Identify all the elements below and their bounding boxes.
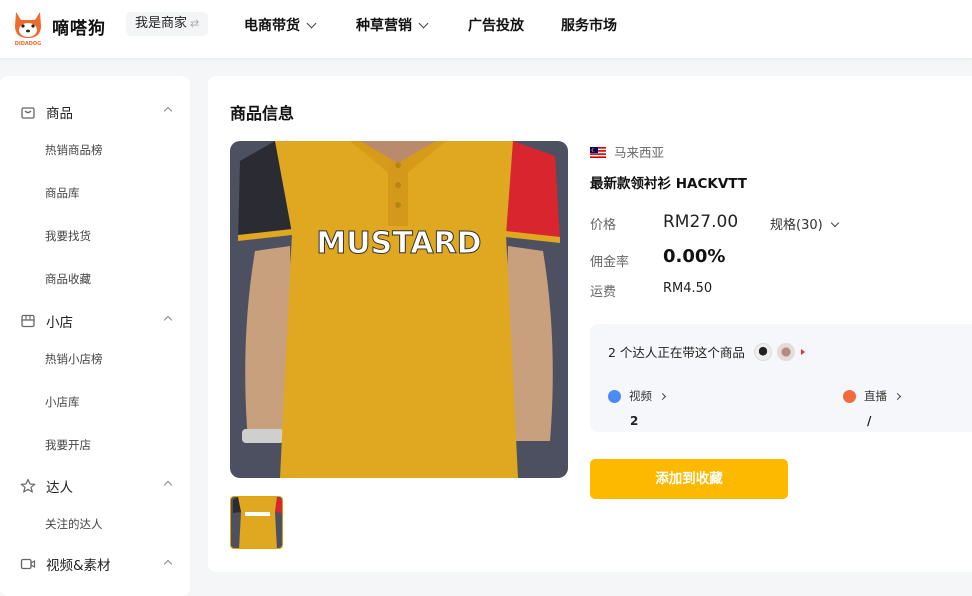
sidebar-item-product-favorites[interactable]: 商品收藏	[45, 271, 91, 287]
price-value: RM27.00	[663, 212, 739, 232]
role-switch-button[interactable]: 我是商家 ⇄	[126, 12, 209, 36]
brand-name[interactable]: 嘀嗒狗	[52, 14, 106, 39]
nav-service-market[interactable]: 服务市场	[561, 15, 617, 35]
sidebar-section-label: 商品	[46, 106, 73, 122]
live-stat-link[interactable]: 直播	[843, 388, 902, 404]
svg-text:DIDADOG: DIDADOG	[15, 41, 42, 46]
chevron-right-icon	[893, 392, 902, 400]
nav-advertising-label: 广告投放	[468, 18, 524, 34]
avatar[interactable]	[776, 342, 795, 361]
video-icon	[20, 556, 36, 572]
chevron-up-icon[interactable]	[163, 315, 173, 325]
chevron-down-icon	[306, 18, 317, 29]
shipping-label: 运费	[590, 285, 617, 300]
commission-label: 佣金率	[590, 255, 630, 270]
product-country: 马来西亚	[590, 142, 664, 161]
sidebar: 商品 热销商品榜 商品库 我要找货 商品收藏 小店 热销小店榜 小店库 我要开店…	[0, 76, 190, 596]
sidebar-section-products[interactable]: 商品	[20, 102, 73, 122]
sidebar-item-product-library[interactable]: 商品库	[45, 185, 80, 201]
sidebar-section-video-materials[interactable]: 视频&素材	[20, 554, 111, 574]
sidebar-item-store-library[interactable]: 小店库	[45, 394, 80, 410]
top-navigation-bar: DIDADOG 嘀嗒狗 我是商家 ⇄ 电商带货 种草营销 广告投放 服务市场	[0, 0, 972, 58]
live-icon	[843, 389, 856, 403]
product-main-image[interactable]: MUSTARD	[230, 141, 568, 478]
sidebar-item-hot-stores[interactable]: 热销小店榜	[45, 351, 103, 367]
influencer-count-text: 2 个达人正在带这个商品	[608, 345, 745, 360]
product-thumbnail[interactable]	[230, 496, 283, 549]
chevron-down-icon	[830, 218, 839, 228]
spec-label: 规格(30)	[770, 218, 823, 233]
nav-ecommerce[interactable]: 电商带货	[244, 15, 317, 35]
sidebar-item-followed-influencers[interactable]: 关注的达人	[45, 516, 103, 532]
sidebar-section-label: 达人	[46, 480, 73, 496]
sidebar-section-store[interactable]: 小店	[20, 311, 73, 331]
store-icon	[20, 313, 36, 329]
malaysia-flag-icon	[590, 146, 606, 158]
product-info-panel: 商品信息 MUSTARD 马来西亚 最新款领衬衫 HACKVTT 价格 RM27…	[208, 76, 972, 572]
add-to-favorites-button[interactable]: 添加到收藏	[590, 459, 788, 499]
chevron-right-icon	[658, 392, 667, 400]
nav-advertising[interactable]: 广告投放	[468, 15, 524, 35]
nav-seeding-label: 种草营销	[356, 18, 412, 34]
video-label: 视频	[629, 389, 652, 403]
play-arrow-icon	[800, 348, 805, 355]
commission-value: 0.00%	[663, 246, 726, 267]
nav-ecommerce-label: 电商带货	[244, 18, 300, 34]
price-label: 价格	[590, 218, 617, 233]
sidebar-section-label: 小店	[46, 315, 73, 331]
live-label: 直播	[864, 389, 887, 403]
spec-dropdown[interactable]: 规格(30)	[770, 214, 839, 233]
nav-service-label: 服务市场	[561, 18, 617, 34]
star-icon	[20, 478, 36, 494]
influencer-panel: 2 个达人正在带这个商品 视频 2 直播 /	[590, 324, 972, 432]
video-icon	[608, 389, 621, 403]
nav-seeding-marketing[interactable]: 种草营销	[356, 15, 429, 35]
sidebar-item-hot-products[interactable]: 热销商品榜	[45, 142, 103, 158]
sidebar-item-find-products[interactable]: 我要找货	[45, 228, 91, 244]
country-name: 马来西亚	[614, 145, 665, 160]
chevron-up-icon[interactable]	[163, 559, 173, 569]
swap-icon: ⇄	[190, 17, 200, 30]
shipping-value: RM4.50	[663, 281, 713, 296]
live-count: /	[867, 414, 872, 428]
chevron-up-icon[interactable]	[163, 480, 173, 490]
video-count: 2	[630, 414, 639, 428]
bag-icon	[20, 104, 36, 120]
section-title: 商品信息	[230, 104, 295, 123]
role-switch-label: 我是商家	[135, 16, 188, 31]
sidebar-section-influencers[interactable]: 达人	[20, 476, 73, 496]
image-caption-text: MUSTARD	[316, 226, 481, 261]
sidebar-item-open-store[interactable]: 我要开店	[45, 437, 91, 453]
influencer-headline[interactable]: 2 个达人正在带这个商品	[608, 342, 805, 361]
avatar[interactable]	[753, 342, 772, 361]
didadog-logo[interactable]: DIDADOG	[10, 6, 46, 47]
video-stat-link[interactable]: 视频	[608, 388, 667, 404]
sidebar-section-label: 视频&素材	[46, 558, 111, 574]
chevron-down-icon	[418, 18, 429, 29]
chevron-up-icon[interactable]	[163, 106, 173, 116]
product-name: 最新款领衬衫 HACKVTT	[590, 176, 747, 192]
